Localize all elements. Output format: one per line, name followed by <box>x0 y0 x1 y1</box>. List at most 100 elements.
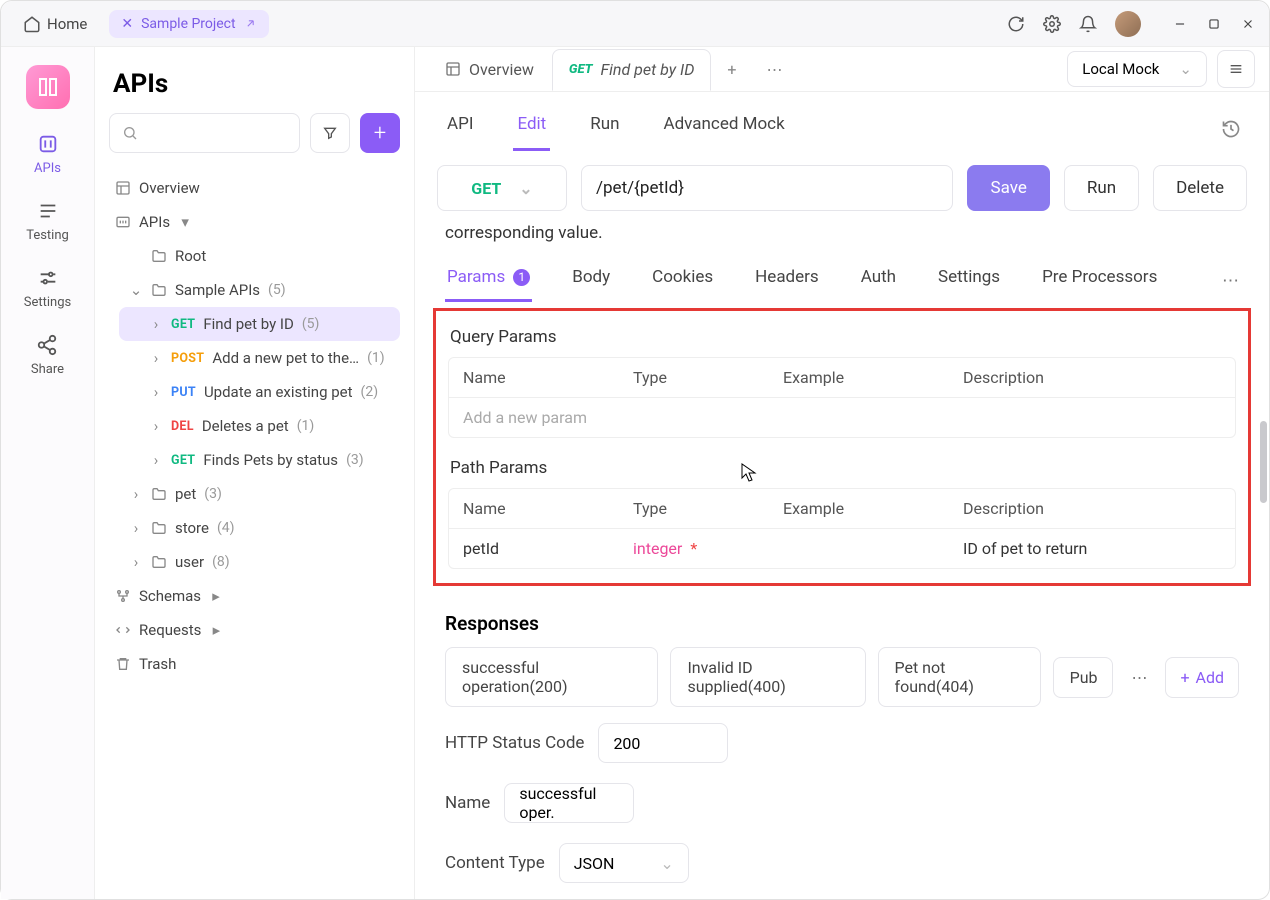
subtab-edit[interactable]: Edit <box>513 106 550 151</box>
folder-label: store <box>175 519 209 537</box>
filter-button[interactable] <box>310 113 350 153</box>
ptab-settings[interactable]: Settings <box>936 259 1002 302</box>
environment-select[interactable]: Local Mock ⌄ <box>1067 51 1207 87</box>
add-button[interactable]: + <box>360 113 400 153</box>
layout-icon <box>445 61 461 77</box>
left-rail: APIs Testing Settings Share <box>1 47 95 899</box>
save-button[interactable]: Save <box>967 165 1049 211</box>
tab-current[interactable]: GET Find pet by ID <box>552 49 712 91</box>
window-close-icon[interactable] <box>1241 17 1255 31</box>
ptab-cookies[interactable]: Cookies <box>650 259 715 302</box>
ptab-auth[interactable]: Auth <box>859 259 898 302</box>
url-input[interactable]: /pet/{petId} <box>581 165 953 211</box>
resp-tab-404[interactable]: Pet not found(404) <box>878 647 1041 707</box>
count: (2) <box>361 384 379 400</box>
http-status-input[interactable]: 200 <box>598 723 728 763</box>
sidebar-requests[interactable]: Requests ▸ <box>109 613 400 647</box>
endpoint-label: Deletes a pet <box>202 417 289 435</box>
http-status-label: HTTP Status Code <box>445 733 584 753</box>
resp-name-input[interactable]: successful oper. <box>504 783 634 823</box>
main: Overview GET Find pet by ID + ⋯ Local Mo… <box>415 47 1269 899</box>
schemas-label: Schemas <box>139 587 201 605</box>
menu-button[interactable] <box>1217 50 1255 88</box>
window-minimize-icon[interactable] <box>1173 17 1187 31</box>
add-label: Add <box>1196 668 1224 687</box>
col-name: Name <box>463 499 633 518</box>
refresh-icon[interactable] <box>1007 15 1025 33</box>
chevron-right-icon: ▸ <box>209 621 223 639</box>
endpoint-label: Finds Pets by status <box>203 451 338 469</box>
chevron-down-icon: ▾ <box>178 213 192 231</box>
rail-apis[interactable]: APIs <box>34 133 61 176</box>
sidebar-apis-root[interactable]: APIs ▾ <box>109 205 400 239</box>
sidebar-schemas[interactable]: Schemas ▸ <box>109 579 400 613</box>
requests-label: Requests <box>139 621 201 639</box>
ptab-params[interactable]: Params 1 <box>445 259 532 302</box>
run-button[interactable]: Run <box>1064 165 1139 211</box>
close-icon[interactable]: ✕ <box>121 16 133 32</box>
col-name: Name <box>463 368 633 387</box>
history-icon[interactable] <box>1221 119 1241 139</box>
scrollbar[interactable] <box>1260 421 1267 503</box>
subtab-run[interactable]: Run <box>586 106 623 151</box>
sidebar-endpoint[interactable]: ›GETFinds Pets by status(3) <box>119 443 400 477</box>
tree-sample-apis[interactable]: ⌄ Sample APIs (5) <box>119 273 400 307</box>
sidebar-folder[interactable]: ›pet(3) <box>119 477 400 511</box>
http-status-value: 200 <box>613 734 640 753</box>
params-count: 1 <box>513 269 530 286</box>
sidebar-endpoint[interactable]: ›PUTUpdate an existing pet(2) <box>119 375 400 409</box>
gear-icon[interactable] <box>1043 15 1061 33</box>
sidebar-endpoint[interactable]: ›POSTAdd a new pet to the…(1) <box>119 341 400 375</box>
sidebar-trash[interactable]: Trash <box>109 647 400 681</box>
rail-testing[interactable]: Testing <box>26 200 69 243</box>
col-type: Type <box>633 368 783 387</box>
tab-more-icon[interactable]: ⋯ <box>753 52 797 87</box>
app-logo[interactable] <box>26 65 70 109</box>
window-maximize-icon[interactable] <box>1207 17 1221 31</box>
resp-tab-200[interactable]: successful operation(200) <box>445 647 658 707</box>
method-select[interactable]: GET ⌄ <box>437 165 567 211</box>
response-tabs: successful operation(200) Invalid ID sup… <box>415 647 1269 707</box>
tab-label: Find pet by ID <box>601 60 695 79</box>
tree-root[interactable]: Root <box>119 239 400 273</box>
rail-settings[interactable]: Settings <box>24 267 71 310</box>
resp-more-icon[interactable]: ⋯ <box>1125 668 1153 687</box>
sidebar-overview[interactable]: Overview <box>109 171 400 205</box>
sidebar-endpoint[interactable]: ›GETFind pet by ID(5) <box>119 307 400 341</box>
col-example: Example <box>783 499 963 518</box>
content-type-select[interactable]: JSON ⌄ <box>559 843 689 883</box>
ptab-headers[interactable]: Headers <box>753 259 821 302</box>
subtab-mock[interactable]: Advanced Mock <box>660 106 789 151</box>
sidebar-endpoint[interactable]: ›DELDeletes a pet(1) <box>119 409 400 443</box>
add-response-button[interactable]: +Add <box>1165 657 1239 698</box>
avatar[interactable] <box>1115 11 1141 37</box>
method-badge: POST <box>171 351 204 366</box>
method-badge: GET <box>171 453 195 468</box>
path-param-row[interactable]: petId integer* ID of pet to return <box>449 529 1235 568</box>
home-button[interactable]: Home <box>15 11 95 37</box>
resp-tab-pub[interactable]: Pub <box>1053 657 1114 698</box>
responses-title: Responses <box>415 598 1269 647</box>
project-tab[interactable]: ✕ Sample Project <box>109 10 268 38</box>
params-highlighted-area: Query Params Name Type Example Descripti… <box>433 308 1251 586</box>
endpoint-label: Add a new pet to the… <box>212 349 359 367</box>
rail-label: Testing <box>26 228 69 243</box>
delete-button[interactable]: Delete <box>1153 165 1247 211</box>
bell-icon[interactable] <box>1079 15 1097 33</box>
resp-tab-400[interactable]: Invalid ID supplied(400) <box>670 647 865 707</box>
tab-overview[interactable]: Overview <box>429 50 550 89</box>
ptab-body[interactable]: Body <box>570 259 612 302</box>
content-type-label: Content Type <box>445 853 545 873</box>
sample-apis-label: Sample APIs <box>175 281 260 299</box>
rail-share[interactable]: Share <box>31 334 64 377</box>
add-param-input[interactable]: Add a new param <box>463 408 633 427</box>
subtab-api[interactable]: API <box>443 106 477 151</box>
sidebar-folder[interactable]: ›store(4) <box>119 511 400 545</box>
ptab-pre[interactable]: Pre Processors <box>1040 259 1159 302</box>
overview-label: Overview <box>139 179 200 197</box>
search-input[interactable] <box>109 113 300 153</box>
new-tab-button[interactable]: + <box>713 52 750 87</box>
resp-name-label: Name <box>445 793 490 813</box>
ptab-more-icon[interactable]: ⋯ <box>1222 271 1239 291</box>
sidebar-folder[interactable]: ›user(8) <box>119 545 400 579</box>
